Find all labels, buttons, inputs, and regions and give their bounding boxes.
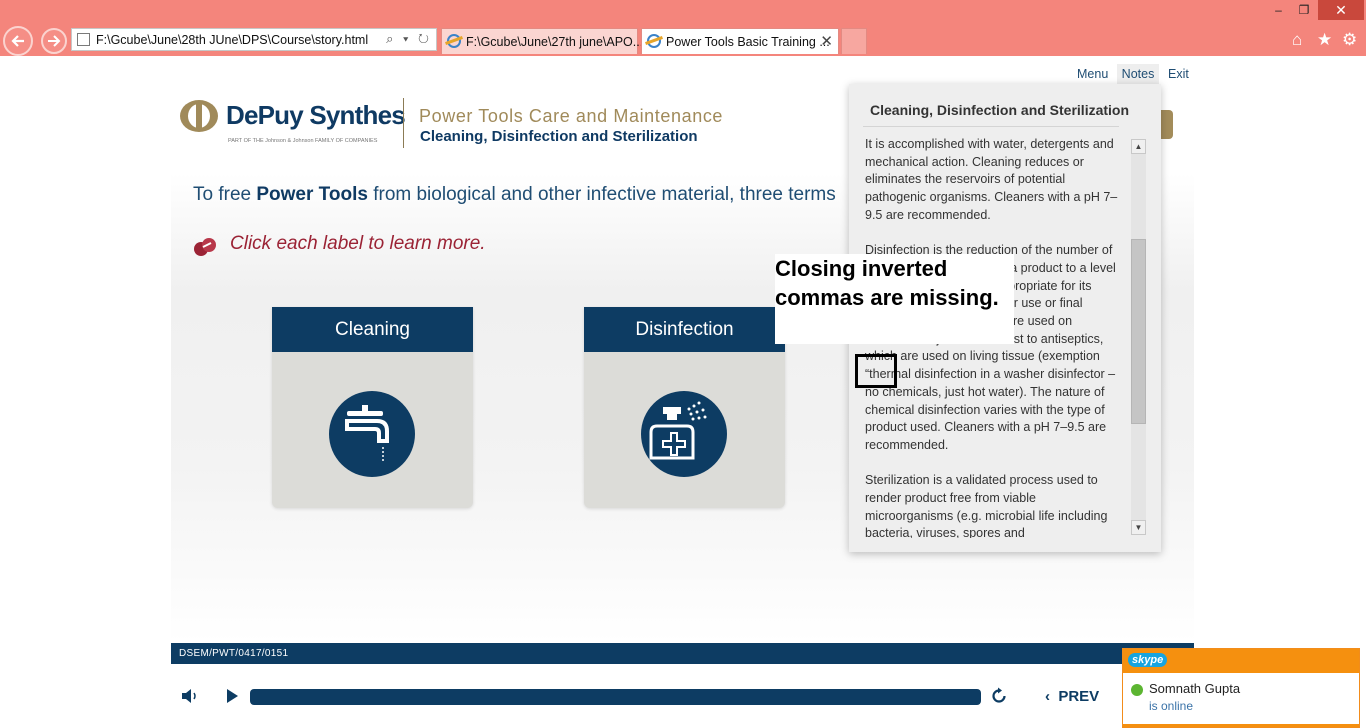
brand-tagline: PART OF THE Johnson & Johnson FAMILY OF … [228, 138, 378, 144]
progress-bar[interactable] [250, 689, 981, 705]
disinfection-card[interactable]: Disinfection [584, 307, 785, 508]
replay-icon[interactable] [990, 687, 1008, 705]
faucet-icon [329, 391, 415, 477]
notes-paragraph: It is accomplished with water, detergent… [865, 137, 1118, 222]
intro-text-part: To free [193, 184, 257, 205]
arrow-left-icon [11, 35, 24, 47]
annotation-highlight-box [855, 354, 897, 388]
notes-link[interactable]: Notes [1117, 64, 1159, 84]
address-url[interactable]: F:\Gcube\June\28th JUne\DPS\Course\story… [96, 33, 368, 47]
arrow-right-icon [48, 35, 61, 47]
browser-tab-1[interactable]: F:\Gcube\June\27th june\APO... [441, 28, 643, 54]
brand-divider [403, 98, 404, 148]
prev-button[interactable]: ‹ PREV [1045, 688, 1099, 705]
cleaning-card-label[interactable]: Cleaning [272, 307, 473, 352]
skype-contact-name: Somnath Gupta [1149, 681, 1241, 696]
skype-logo-icon: skype [1128, 653, 1168, 667]
close-window-button[interactable]: ✕ [1318, 0, 1364, 20]
new-tab-button[interactable] [841, 28, 867, 54]
address-bar[interactable]: F:\Gcube\June\28th JUne\DPS\Course\story… [71, 28, 437, 51]
cleaning-card[interactable]: Cleaning [272, 307, 473, 508]
tab-close-icon[interactable]: ✕ [820, 32, 833, 50]
chevron-left-icon: ‹ [1045, 688, 1050, 705]
scroll-up-icon[interactable]: ▲ [1131, 139, 1146, 154]
forward-button[interactable] [41, 28, 67, 54]
home-icon[interactable]: ⌂ [1292, 30, 1302, 50]
notes-scrollbar[interactable]: ▲ ▼ [1131, 139, 1146, 535]
volume-icon[interactable] [181, 688, 199, 704]
maximize-button[interactable]: ❐ [1291, 0, 1317, 20]
skype-footer-bar [1123, 724, 1359, 727]
prev-label: PREV [1058, 688, 1100, 705]
notes-divider [863, 126, 1119, 127]
intro-text: To free Power Tools from biological and … [193, 184, 853, 206]
browser-chrome: F:\Gcube\June\28th JUne\DPS\Course\story… [0, 0, 1366, 56]
scroll-down-icon[interactable]: ▼ [1131, 520, 1146, 535]
instruction-text: Click each label to learn more. [230, 233, 486, 254]
intro-text-part: from biological and other infective mate… [367, 184, 836, 205]
ie-icon [447, 34, 461, 48]
intro-text-bold: Power Tools [256, 184, 368, 205]
disinfection-card-label[interactable]: Disinfection [584, 307, 785, 352]
browser-tab-2-active[interactable]: Power Tools Basic Training ... ✕ [641, 28, 839, 54]
exit-link[interactable]: Exit [1168, 67, 1189, 81]
tab-label: F:\Gcube\June\27th june\APO... [466, 35, 644, 49]
address-tools-icons[interactable]: ⌕ ▾ ↻ [386, 31, 432, 47]
brand-logo: DePuy Synthes PART OF THE Johnson & John… [176, 96, 406, 152]
brand-name: DePuy Synthes [226, 100, 406, 130]
back-button[interactable] [3, 26, 33, 56]
ie-icon [647, 34, 661, 48]
online-status-icon [1131, 684, 1143, 696]
hand-pointer-icon [194, 238, 216, 256]
skype-header: skype [1123, 649, 1359, 673]
reference-bar: DSEM/PWT/0417/0151 [171, 643, 1194, 664]
minimize-button[interactable]: – [1266, 0, 1291, 20]
scroll-thumb[interactable] [1131, 239, 1146, 424]
course-subtitle: Cleaning, Disinfection and Sterilization [420, 128, 698, 145]
annotation-text: Closing inverted commas are missing. [775, 256, 999, 310]
gear-icon[interactable]: ⚙ [1342, 30, 1357, 50]
reference-code: DSEM/PWT/0417/0151 [179, 648, 289, 659]
skype-notification[interactable]: skype Somnath Gupta is online [1122, 648, 1360, 728]
skype-contact-status: is online [1149, 699, 1194, 713]
course-title: Power Tools Care and Maintenance [419, 106, 724, 126]
spray-bottle-icon [641, 391, 727, 477]
menu-link[interactable]: Menu [1077, 67, 1108, 81]
page-icon [77, 33, 90, 46]
favorites-icon[interactable]: ★ [1317, 30, 1332, 50]
depuy-synthes-logo-icon [180, 100, 218, 132]
tab-label: Power Tools Basic Training ... [666, 35, 830, 49]
notes-title: Cleaning, Disinfection and Sterilization [870, 102, 1130, 118]
notes-paragraph: Sterilization is a validated process use… [865, 473, 1108, 538]
annotation-callout: Closing inverted commas are missing. [775, 254, 1014, 344]
play-icon[interactable] [224, 688, 240, 704]
